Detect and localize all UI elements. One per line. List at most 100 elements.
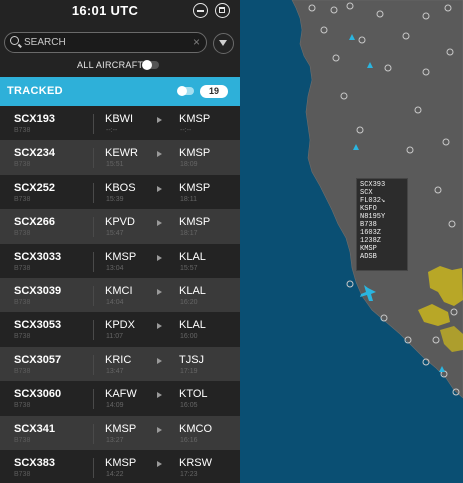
flight-list: SCX193 B738 KBWI --:-- KMSP --:-- SCX234… xyxy=(0,106,240,483)
departure-time: 15:51 xyxy=(106,161,124,169)
arrival-time: 18:17 xyxy=(180,230,198,238)
destination-airport: KRSW xyxy=(179,456,212,469)
departure-time: 15:47 xyxy=(106,230,124,238)
destination-airport: KTOL xyxy=(179,388,208,401)
flight-row[interactable]: SCX3039 B738 KMCI 14:04 KLAL 16:20 xyxy=(0,277,240,313)
destination-airport: KMSP xyxy=(179,216,211,229)
tracked-toggle[interactable] xyxy=(177,86,194,96)
callsign: SCX252 xyxy=(14,181,55,194)
tracked-label: TRACKED xyxy=(7,85,63,97)
divider xyxy=(93,320,94,341)
callsign: SCX234 xyxy=(14,147,55,160)
aircraft-type: B738 xyxy=(14,402,31,410)
departure-time: 13:47 xyxy=(106,367,124,375)
route-arrow-icon xyxy=(157,392,162,399)
all-aircraft-row: ALL AIRCRAFT xyxy=(0,59,240,73)
callsign: SCX383 xyxy=(14,456,55,469)
popup-aircraft-type: B738 xyxy=(360,221,377,229)
divider xyxy=(93,114,94,134)
departure-time: 15:39 xyxy=(106,195,124,203)
destination-airport: KMCO xyxy=(179,422,212,435)
close-icon[interactable]: × xyxy=(193,35,200,49)
origin-airport: KMSP xyxy=(105,422,137,435)
origin-airport: KMCI xyxy=(105,284,133,297)
origin-airport: KRIC xyxy=(105,353,132,366)
divider xyxy=(93,217,94,238)
divider xyxy=(93,423,94,444)
search-icon xyxy=(10,36,19,45)
aircraft-type: B738 xyxy=(14,127,31,134)
origin-airport: KMSP xyxy=(105,250,137,263)
departure-time: 13:04 xyxy=(106,264,124,272)
flight-row[interactable]: SCX341 B738 KMSP 13:27 KMCO 16:16 xyxy=(0,415,240,450)
flight-row[interactable]: SCX252 B738 KBOS 15:39 KMSP 18:11 xyxy=(0,174,240,210)
departure-time: 14:09 xyxy=(106,402,124,410)
departure-time: --:-- xyxy=(106,127,118,134)
flight-row[interactable]: SCX266 B738 KPVD 15:47 KMSP 18:17 xyxy=(0,209,240,244)
popup-registration: N8195Y xyxy=(360,213,386,221)
callsign: SCX3033 xyxy=(14,250,62,263)
aircraft-type: B738 xyxy=(14,470,31,478)
arrival-time: 16:00 xyxy=(180,333,198,341)
all-aircraft-label: ALL AIRCRAFT xyxy=(77,60,144,70)
flight-row[interactable]: SCX193 B738 KBWI --:-- KMSP --:-- xyxy=(0,106,240,141)
callsign: SCX266 xyxy=(14,216,55,229)
route-arrow-icon xyxy=(157,185,162,192)
origin-airport: KEWR xyxy=(105,147,138,160)
popup-airline: SCX xyxy=(360,189,373,197)
divider xyxy=(93,389,94,410)
arrival-time: 16:05 xyxy=(180,402,198,410)
callsign: SCX3057 xyxy=(14,353,62,366)
destination-airport: KLAL xyxy=(179,319,206,332)
callsign: SCX193 xyxy=(14,113,55,125)
departure-time: 11:07 xyxy=(106,333,123,341)
callsign: SCX3039 xyxy=(14,284,62,297)
all-aircraft-toggle[interactable] xyxy=(142,60,159,70)
aircraft-info-popup: SCX393 SCX FL032↘ KSFO N8195Y B738 1603Z… xyxy=(356,178,408,271)
divider xyxy=(93,148,94,169)
flight-row[interactable]: SCX3033 B738 KMSP 13:04 KLAL 15:57 xyxy=(0,243,240,278)
arrival-time: 17:23 xyxy=(180,470,198,478)
toggle-knob xyxy=(142,60,152,70)
route-arrow-icon xyxy=(157,151,162,158)
departure-time: 13:27 xyxy=(106,436,124,444)
toggle-knob xyxy=(177,86,187,96)
route-arrow-icon xyxy=(157,426,162,433)
aircraft-type: B738 xyxy=(14,436,31,444)
flight-row[interactable]: SCX3060 B738 KAFW 14:09 KTOL 16:05 xyxy=(0,381,240,416)
origin-airport: KPVD xyxy=(105,216,135,229)
route-arrow-icon xyxy=(157,460,162,467)
minimize-icon[interactable] xyxy=(193,3,208,18)
tracked-header[interactable]: TRACKED 19 xyxy=(0,77,240,106)
flight-row[interactable]: SCX234 B738 KEWR 15:51 KMSP 18:09 xyxy=(0,140,240,175)
route-arrow-icon xyxy=(157,254,162,261)
divider xyxy=(93,354,94,375)
flight-map[interactable] xyxy=(240,0,463,483)
map-canvas xyxy=(291,0,463,399)
aircraft-type: B738 xyxy=(14,367,31,375)
divider xyxy=(93,251,94,272)
route-arrow-icon xyxy=(157,288,162,295)
divider xyxy=(93,285,94,306)
flight-row[interactable]: SCX383 B738 KMSP 14:22 KRSW 17:23 xyxy=(0,449,240,483)
popup-airport: KSFO xyxy=(360,205,377,213)
filter-icon[interactable] xyxy=(213,33,234,54)
destination-airport: TJSJ xyxy=(179,353,205,366)
utc-clock: 16:01 UTC xyxy=(71,3,139,18)
arrival-time: 18:11 xyxy=(180,195,197,203)
aircraft-type: B738 xyxy=(14,230,31,238)
flight-row[interactable]: SCX3057 B738 KRIC 13:47 TJSJ 17:19 xyxy=(0,346,240,382)
origin-airport: KBWI xyxy=(105,113,134,125)
arrival-time: 18:09 xyxy=(180,161,198,169)
aircraft-type: B738 xyxy=(14,195,31,203)
search-input[interactable] xyxy=(24,35,184,50)
destination-airport: KMSP xyxy=(179,113,211,125)
origin-airport: KBOS xyxy=(105,181,136,194)
popup-source: ADSB xyxy=(360,253,377,261)
route-arrow-icon xyxy=(157,220,162,227)
divider xyxy=(93,457,94,478)
divider xyxy=(93,182,94,203)
flight-row[interactable]: SCX3053 B738 KPDX 11:07 KLAL 16:00 xyxy=(0,312,240,347)
origin-airport: KMSP xyxy=(105,456,137,469)
window-icon[interactable] xyxy=(215,3,230,18)
